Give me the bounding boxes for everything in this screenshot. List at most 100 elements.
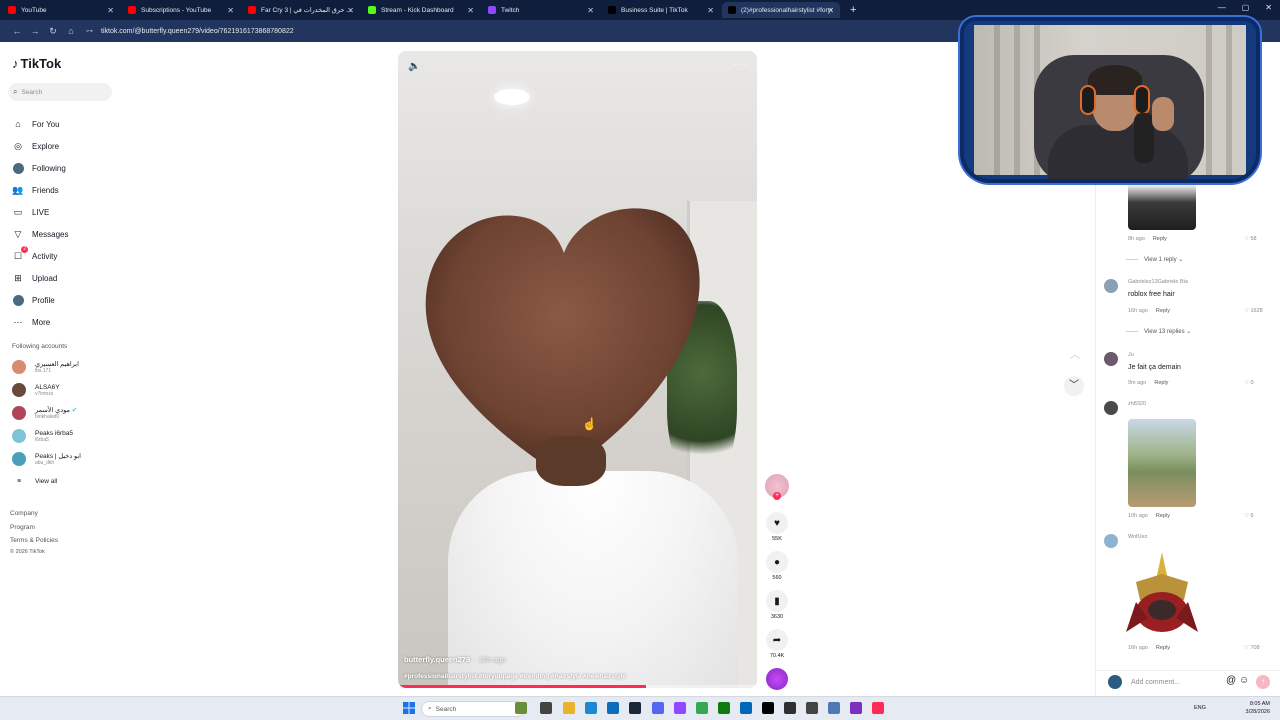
task-view-icon[interactable] xyxy=(515,702,527,714)
taskbar-app-icon[interactable] xyxy=(806,702,818,714)
photos-icon[interactable] xyxy=(828,702,840,714)
nav-item-activity[interactable]: ☐ 2 Activity xyxy=(12,246,57,263)
language-indicator[interactable]: ENG xyxy=(1194,705,1206,711)
close-window-icon[interactable]: ✕ xyxy=(1265,3,1272,12)
previous-video-chevron-up-icon[interactable]: ︿ xyxy=(1066,346,1084,364)
browser-tab[interactable]: Twitch ✕ xyxy=(482,2,600,18)
footer-program[interactable]: Program xyxy=(10,524,35,531)
avatar[interactable] xyxy=(1104,401,1118,415)
file-explorer-icon[interactable] xyxy=(563,702,575,714)
browser-tab[interactable]: (2)#professionalhairstylist #foryo ✕ xyxy=(722,2,840,18)
clock[interactable]: 8:05 AM 3/28/2026 xyxy=(1246,700,1270,716)
back-icon[interactable]: ← xyxy=(8,26,26,36)
avatar[interactable] xyxy=(1104,534,1118,548)
home-browser-icon[interactable]: ⌂ xyxy=(62,26,80,36)
twitch-icon[interactable] xyxy=(674,702,686,714)
forward-icon[interactable]: → xyxy=(26,26,44,36)
video-caption[interactable]: #professionalhairstylist #foryoupage #tr… xyxy=(404,673,626,680)
nav-item-explore[interactable]: ◎ Explore xyxy=(12,139,59,153)
comment-likes[interactable]: ♡ 708 xyxy=(1244,645,1260,651)
search-input[interactable]: ⌕ Search xyxy=(8,83,112,101)
comment-image-safari-selfie[interactable] xyxy=(1128,419,1196,507)
more-options-icon[interactable]: ··· xyxy=(734,59,747,70)
view-all-link[interactable]: ≡ View all xyxy=(12,478,57,485)
mail-icon[interactable] xyxy=(607,702,619,714)
url-field[interactable]: tiktok.com/@butterfly.queen279/video/762… xyxy=(101,28,294,35)
new-tab-icon[interactable]: + xyxy=(850,4,856,16)
view-replies[interactable]: View 13 replies ⌄ xyxy=(1126,328,1191,335)
comment-likes[interactable]: ♡ 0 xyxy=(1244,380,1254,386)
video-player[interactable]: 🔈 ··· ☝ butterfly.queen279 · 16h ago #pro… xyxy=(398,51,757,688)
tab-close-icon[interactable]: ✕ xyxy=(227,6,234,15)
home-icon: ⌂ xyxy=(15,119,21,129)
store-icon[interactable] xyxy=(740,702,752,714)
nav-item-profile[interactable]: Profile xyxy=(12,293,55,307)
child-nape xyxy=(536,436,606,486)
nav-item-for-you[interactable]: ⌂ For You xyxy=(12,117,59,131)
tab-close-icon[interactable]: ✕ xyxy=(587,6,594,15)
mention-icon[interactable]: @ xyxy=(1226,675,1236,686)
tab-close-icon[interactable]: ✕ xyxy=(827,6,834,15)
nav-item-live[interactable]: ▭ LIVE xyxy=(12,205,50,219)
tab-close-icon[interactable]: ✕ xyxy=(467,6,474,15)
maximize-icon[interactable]: ▢ xyxy=(1242,3,1250,12)
nav-item-following[interactable]: Following xyxy=(12,161,66,175)
obs-icon[interactable] xyxy=(784,702,796,714)
avatar[interactable] xyxy=(1104,352,1118,366)
nav-item-messages[interactable]: ▽ Messages xyxy=(12,227,69,241)
add-comment-input[interactable]: Add comment... xyxy=(1127,675,1223,689)
comment-button[interactable]: ● 560 xyxy=(764,551,790,581)
comment-likes[interactable]: ♡ 1628 xyxy=(1244,308,1263,314)
video-progress-bar[interactable] xyxy=(398,685,757,688)
following-account[interactable]: ابراهيم العسيري ibs.171 xyxy=(12,360,79,374)
following-account[interactable]: ALSA6Y v7imnss xyxy=(12,383,60,397)
browser-tab[interactable]: YouTube ✕ xyxy=(2,2,120,18)
comment-likes[interactable]: ♡ 6 xyxy=(1244,513,1254,519)
comment-likes[interactable]: ♡ 58 xyxy=(1244,236,1257,242)
site-info-icon[interactable]: ⊶ xyxy=(86,27,93,35)
avatar[interactable] xyxy=(1104,279,1118,293)
following-account[interactable]: مودي الأسمر ✔ binkhaled0 xyxy=(12,406,77,420)
tiktok-icon[interactable] xyxy=(762,702,774,714)
minimize-icon[interactable]: — xyxy=(1218,3,1226,12)
emoji-icon[interactable]: ☺ xyxy=(1239,675,1249,686)
tiktok-logo[interactable]: ♪ TikTok xyxy=(12,56,61,71)
taskbar-search[interactable]: ⌕ Search xyxy=(421,701,525,717)
footer-company[interactable]: Company xyxy=(10,510,38,517)
browser-tab[interactable]: Business Suite | TikTok ✕ xyxy=(602,2,720,18)
send-icon[interactable]: ↑ xyxy=(1256,675,1270,689)
comment-image-dark-hair[interactable] xyxy=(1128,184,1196,230)
steam-icon[interactable] xyxy=(629,702,641,714)
tab-close-icon[interactable]: ✕ xyxy=(107,6,114,15)
tiktok-live-icon[interactable] xyxy=(872,702,884,714)
browser-tab[interactable]: Subscriptions - YouTube ✕ xyxy=(122,2,240,18)
browser-tab[interactable]: Stream - Kick Dashboard ✕ xyxy=(362,2,480,18)
tab-close-icon[interactable]: ✕ xyxy=(347,6,354,15)
notepad-icon[interactable] xyxy=(540,702,552,714)
nav-item-upload[interactable]: ⊞ Upload xyxy=(12,271,57,285)
volume-icon[interactable]: 🔈 xyxy=(408,61,420,72)
chrome-icon[interactable] xyxy=(696,702,708,714)
streamlabs-icon[interactable] xyxy=(850,702,862,714)
windows-start-icon[interactable] xyxy=(403,702,415,714)
following-account[interactable]: Peaks i6rba5 i6rba5 xyxy=(12,429,73,443)
reload-icon[interactable]: ↻ xyxy=(44,26,62,37)
tab-close-icon[interactable]: ✕ xyxy=(707,6,714,15)
like-button[interactable]: ♥ 55K xyxy=(764,512,790,542)
nav-item-more[interactable]: ⋯ More xyxy=(12,315,51,329)
video-author[interactable]: butterfly.queen279 · 16h ago xyxy=(404,655,506,664)
following-account[interactable]: Peaks | ابو دخيل abu_dkh xyxy=(12,452,81,466)
nav-item-friends[interactable]: 👥 Friends xyxy=(12,183,58,197)
next-video-chevron-down-icon[interactable]: ﹀ xyxy=(1064,376,1084,396)
xbox-icon[interactable] xyxy=(718,702,730,714)
footer-terms[interactable]: Terms & Policies xyxy=(10,537,58,544)
edge-icon[interactable] xyxy=(585,702,597,714)
follow-plus-icon[interactable]: + xyxy=(773,492,781,500)
share-button[interactable]: ➦ 70.4K xyxy=(764,629,790,659)
view-replies[interactable]: View 1 reply ⌄ xyxy=(1126,256,1183,263)
discord-icon[interactable] xyxy=(652,702,664,714)
browser-tab[interactable]: Far Cry 3 | حرق المخدرات في ... ✕ xyxy=(242,2,360,18)
music-disc-icon[interactable] xyxy=(766,668,788,690)
comment-sticker-samurai-helmet[interactable] xyxy=(1126,552,1198,640)
save-button[interactable]: ▮ 3630 xyxy=(764,590,790,620)
